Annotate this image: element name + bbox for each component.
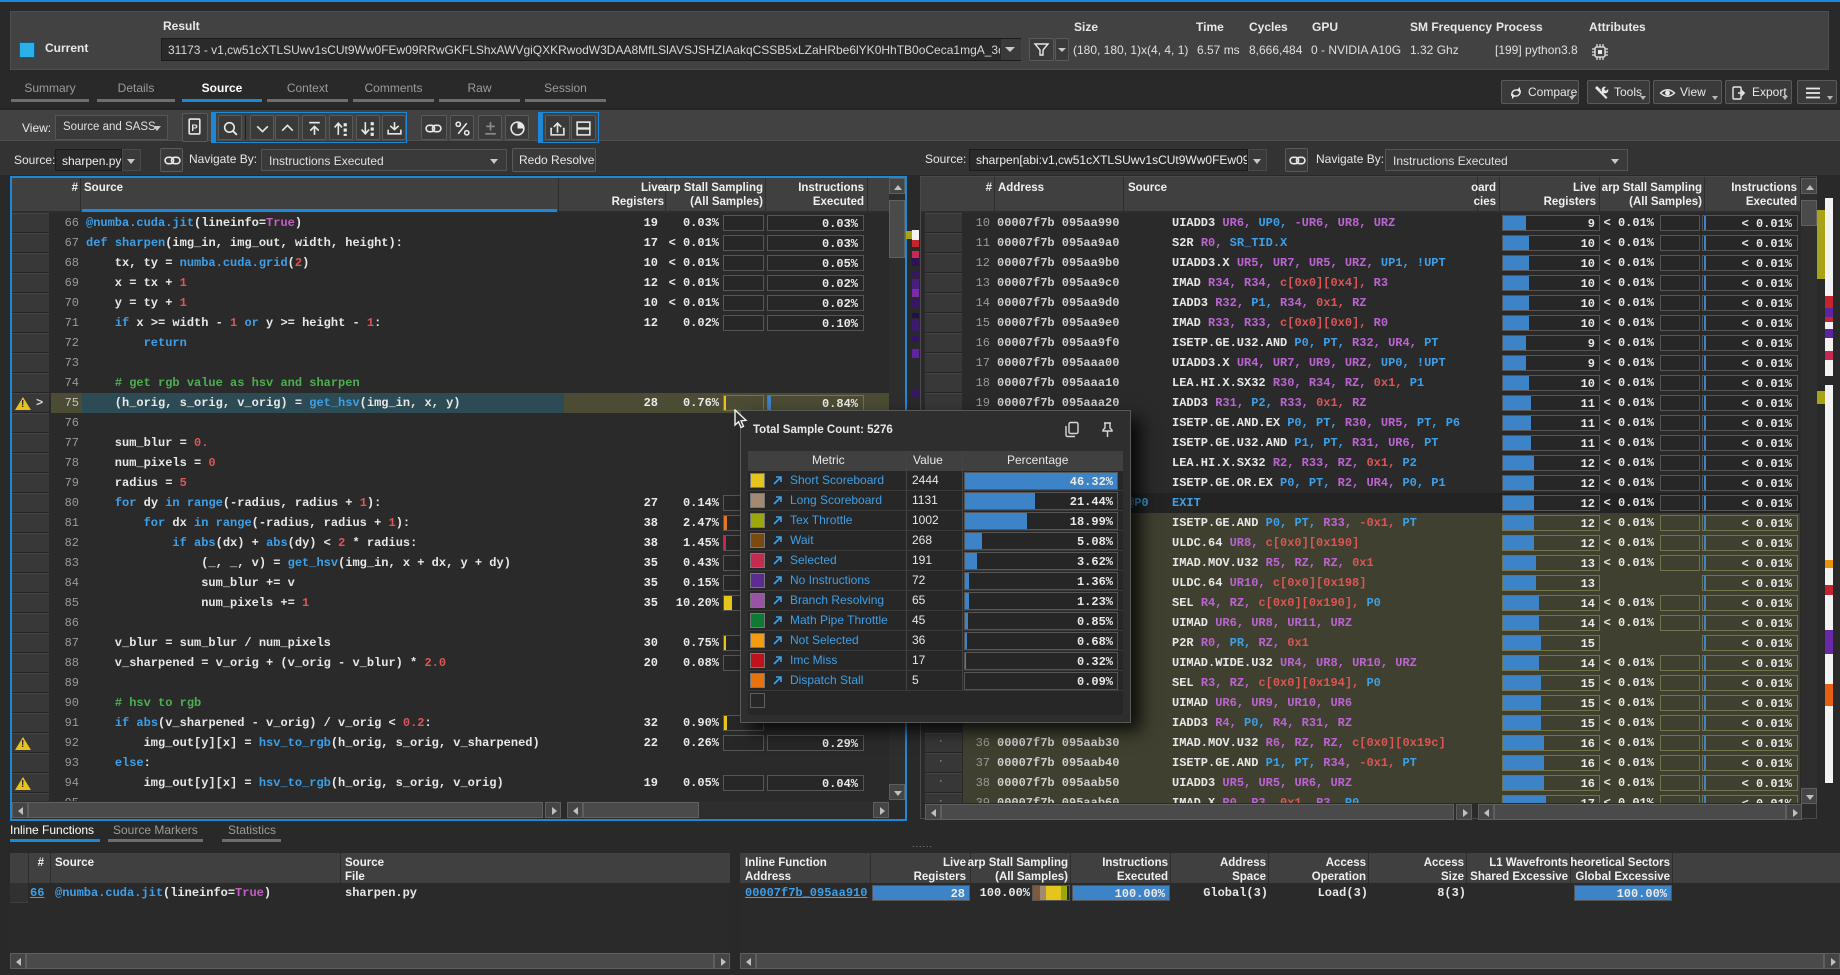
- svg-text:P: P: [191, 123, 198, 134]
